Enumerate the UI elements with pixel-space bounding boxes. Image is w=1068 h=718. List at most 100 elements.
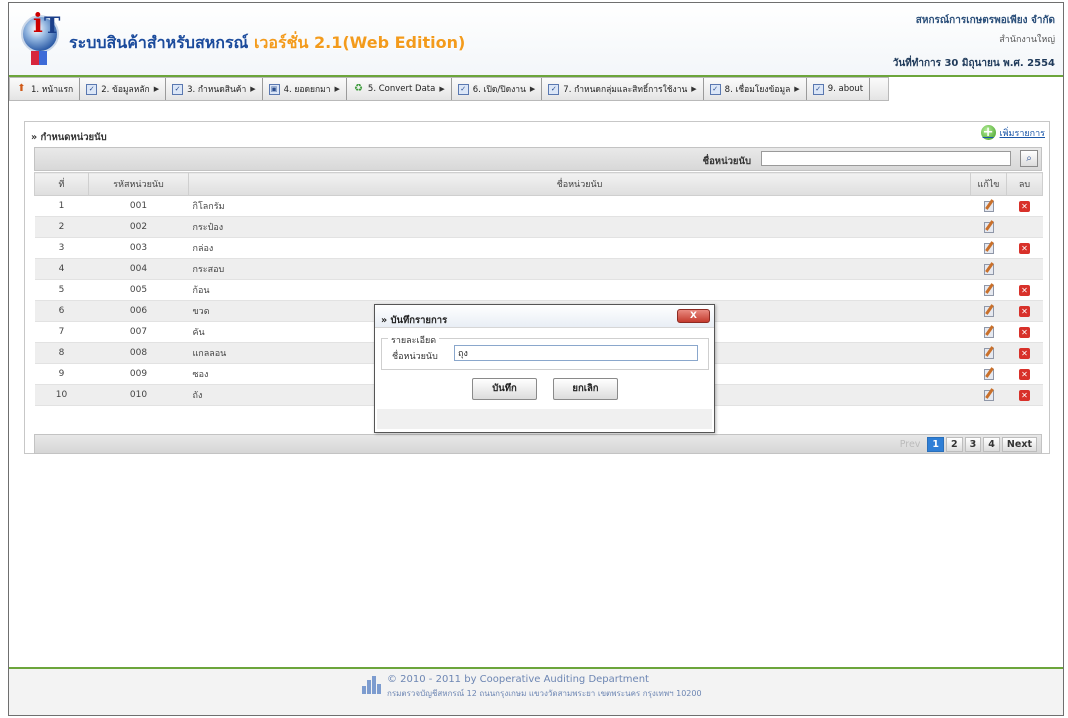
- pager-page-4[interactable]: 4: [983, 437, 1000, 452]
- cell-code: 002: [88, 216, 189, 238]
- cell-edit: [970, 384, 1007, 406]
- menu-item-label: 1. หน้าแรก: [31, 85, 74, 95]
- delete-icon[interactable]: ✕: [1019, 305, 1030, 317]
- pager-page-1[interactable]: 1: [927, 437, 945, 452]
- menu-item-6[interactable]: ✓ 6. เปิด/ปิดงาน ▶: [452, 78, 543, 100]
- doc-icon: ✓: [457, 83, 469, 95]
- col-header-name[interactable]: ชื่อหน่วยนับ: [188, 172, 971, 196]
- edit-icon[interactable]: [983, 220, 995, 233]
- edit-icon[interactable]: [983, 367, 995, 380]
- app-title-text: ระบบสินค้าสำหรับสหกรณ์: [69, 33, 249, 52]
- pagination: Prev 1 2 3 4 Next: [893, 437, 1037, 452]
- submenu-arrow-icon: ▶: [250, 85, 256, 93]
- cell-no: 5: [34, 279, 89, 301]
- cell-code: 006: [88, 300, 189, 322]
- edit-icon[interactable]: [983, 241, 995, 254]
- edit-icon[interactable]: [983, 262, 995, 275]
- cancel-button[interactable]: ยกเลิก: [553, 378, 618, 400]
- app-version: เวอร์ชั่น 2.1(Web Edition): [253, 33, 466, 52]
- edit-icon[interactable]: [983, 199, 995, 212]
- menu-item-2[interactable]: ✓ 2. ข้อมูลหลัก ▶: [80, 78, 167, 100]
- cell-code: 004: [88, 258, 189, 280]
- cell-name: กระสอบ: [188, 258, 971, 280]
- menu-item-1[interactable]: ⬆ 1. หน้าแรก: [10, 78, 81, 100]
- cell-no: 9: [34, 363, 89, 385]
- search-icon: ⌕: [1026, 153, 1032, 164]
- cell-delete: ✕: [1006, 342, 1043, 364]
- table-row: 4 004 กระสอบ: [34, 258, 1043, 280]
- col-header-code[interactable]: รหัสหน่วยนับ: [88, 172, 189, 196]
- unit-name-input[interactable]: [454, 345, 698, 361]
- add-item-button[interactable]: + เพิ่มรายการ: [980, 125, 1045, 140]
- dialog-close-button[interactable]: X: [677, 309, 710, 323]
- edit-icon[interactable]: [983, 304, 995, 317]
- menu-item-label: 6. เปิด/ปิดงาน: [472, 85, 526, 95]
- cell-delete: ✕: [1006, 384, 1043, 406]
- app-logo-icon: iT: [21, 9, 60, 65]
- department-seal-icon: [362, 676, 382, 694]
- col-header-delete: ลบ: [1006, 172, 1043, 196]
- pager-page-2[interactable]: 2: [946, 437, 963, 452]
- edit-icon[interactable]: [983, 283, 995, 296]
- menu-item-7[interactable]: ✓ 7. กำหนดกลุ่มและสิทธิ์การใช้งาน ▶: [542, 78, 704, 100]
- save-dialog: » บันทึกรายการ X รายละเอียด ชื่อหน่วยนับ…: [374, 304, 715, 433]
- col-header-no[interactable]: ที่: [34, 172, 89, 196]
- menu-item-label: 4. ยอดยกมา: [283, 85, 331, 95]
- menu-item-label: 2. ข้อมูลหลัก: [101, 85, 150, 95]
- doc-icon: ✓: [548, 83, 560, 95]
- submenu-arrow-icon: ▶: [334, 85, 340, 93]
- menu-item-8[interactable]: ✓ 8. เชื่อมโยงข้อมูล ▶: [704, 78, 807, 100]
- delete-icon[interactable]: ✕: [1019, 284, 1030, 296]
- table-header-row: ที่ รหัสหน่วยนับ ชื่อหน่วยนับ แก้ไข ลบ: [34, 172, 1043, 196]
- cell-code: 009: [88, 363, 189, 385]
- delete-icon[interactable]: ✕: [1019, 200, 1030, 212]
- search-input[interactable]: [761, 151, 1011, 166]
- cell-edit: [970, 237, 1007, 259]
- delete-icon[interactable]: ✕: [1019, 389, 1030, 401]
- doc-icon: ✓: [86, 83, 98, 95]
- cell-edit: [970, 342, 1007, 364]
- cell-edit: [970, 258, 1007, 280]
- menu-item-label: 9. about: [827, 84, 864, 94]
- home-icon: ⬆: [17, 82, 26, 94]
- delete-icon[interactable]: ✕: [1019, 326, 1030, 338]
- app-title: ระบบสินค้าสำหรับสหกรณ์ เวอร์ชั่น 2.1(Web…: [69, 31, 465, 56]
- cell-delete: ✕: [1006, 321, 1043, 343]
- edit-icon[interactable]: [983, 325, 995, 338]
- table-row: 1 001 กิโลกรัม ✕: [34, 195, 1043, 217]
- col-header-edit: แก้ไข: [970, 172, 1007, 196]
- table-row: 5 005 ก้อน ✕: [34, 279, 1043, 301]
- cell-delete: ✕: [1006, 300, 1043, 322]
- cell-edit: [970, 195, 1007, 217]
- page-footer: © 2010 - 2011 by Cooperative Auditing De…: [9, 669, 1063, 715]
- submenu-arrow-icon: ▶: [439, 85, 445, 93]
- pager-bar: Prev 1 2 3 4 Next: [34, 434, 1042, 454]
- dialog-footer: [377, 409, 712, 429]
- pager-page-3[interactable]: 3: [964, 437, 982, 452]
- search-button[interactable]: ⌕: [1020, 150, 1038, 167]
- menu-item-9[interactable]: ✓ 9. about: [807, 78, 871, 100]
- app-frame: iT ระบบสินค้าสำหรับสหกรณ์ เวอร์ชั่น 2.1(…: [8, 2, 1064, 716]
- calendar-icon: ▣: [268, 83, 280, 95]
- work-date: วันที่ทำการ 30 มิถุนายน พ.ศ. 2554: [892, 58, 1055, 69]
- menu-item-5[interactable]: ♻ 5. Convert Data ▶: [347, 78, 452, 100]
- menu-item-label: 8. เชื่อมโยงข้อมูล: [724, 85, 791, 95]
- edit-icon[interactable]: [983, 346, 995, 359]
- menu-item-label: 7. กำหนดกลุ่มและสิทธิ์การใช้งาน: [563, 85, 688, 95]
- cell-edit: [970, 321, 1007, 343]
- delete-icon[interactable]: ✕: [1019, 347, 1030, 359]
- cell-code: 007: [88, 321, 189, 343]
- menu-item-4[interactable]: ▣ 4. ยอดยกมา ▶: [263, 78, 347, 100]
- submenu-arrow-icon: ▶: [691, 85, 697, 93]
- submenu-arrow-icon: ▶: [153, 85, 160, 93]
- edit-icon[interactable]: [983, 388, 995, 401]
- search-label: ชื่อหน่วยนับ: [702, 156, 751, 167]
- menu-item-3[interactable]: ✓ 3. กำหนดสินค้า ▶: [166, 78, 263, 100]
- delete-icon[interactable]: ✕: [1019, 242, 1030, 254]
- pager-next[interactable]: Next: [1001, 437, 1037, 452]
- doc-icon: ✓: [812, 83, 824, 95]
- cell-code: 005: [88, 279, 189, 301]
- delete-icon[interactable]: ✕: [1019, 368, 1030, 380]
- save-button[interactable]: บันทึก: [472, 378, 537, 400]
- cell-no: 2: [34, 216, 89, 238]
